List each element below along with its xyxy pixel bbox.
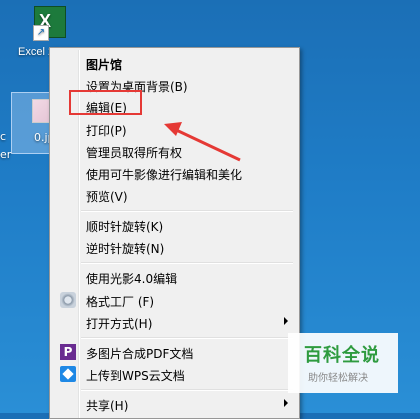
watermark: 百科全说 助你轻松解决: [288, 333, 398, 393]
watermark-subtitle: 助你轻松解决: [308, 373, 368, 384]
watermark-title: 百科全说: [304, 345, 380, 366]
